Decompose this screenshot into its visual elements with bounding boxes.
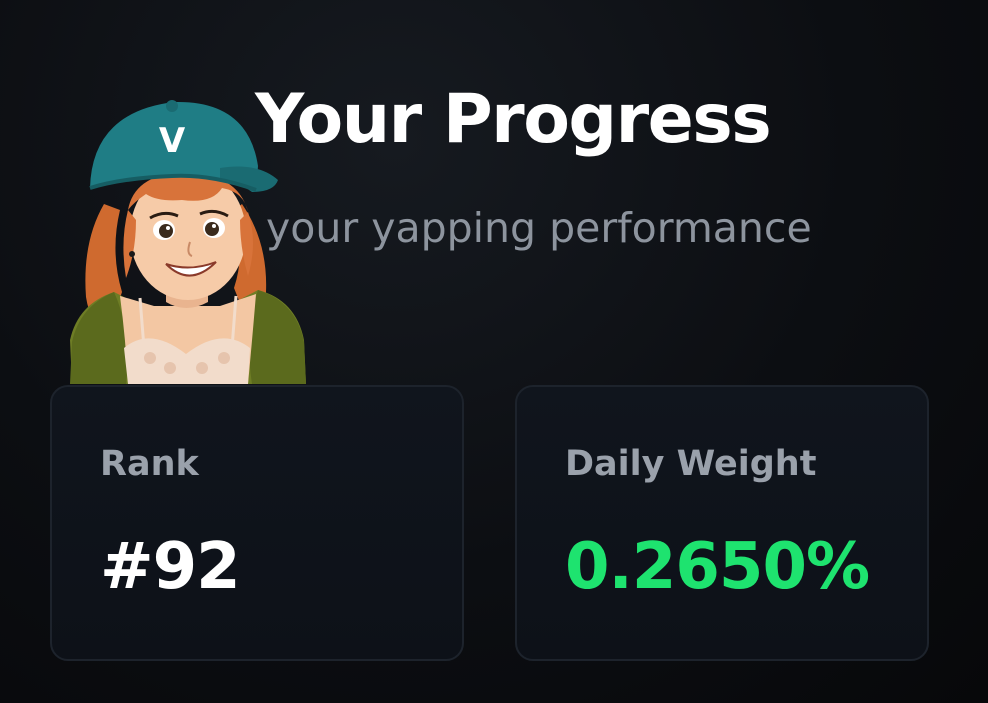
page-title: Your Progress [255, 80, 772, 159]
cap-logo-icon: V [159, 121, 186, 161]
rank-value: #92 [100, 530, 241, 604]
daily-weight-label: Daily Weight [565, 444, 817, 484]
daily-weight-card: Daily Weight 0.2650% [515, 385, 929, 661]
rank-card: Rank #92 [50, 385, 464, 661]
rank-label: Rank [100, 444, 199, 484]
daily-weight-value: 0.2650% [565, 530, 870, 604]
page-subtitle: your yapping performance [266, 204, 812, 252]
